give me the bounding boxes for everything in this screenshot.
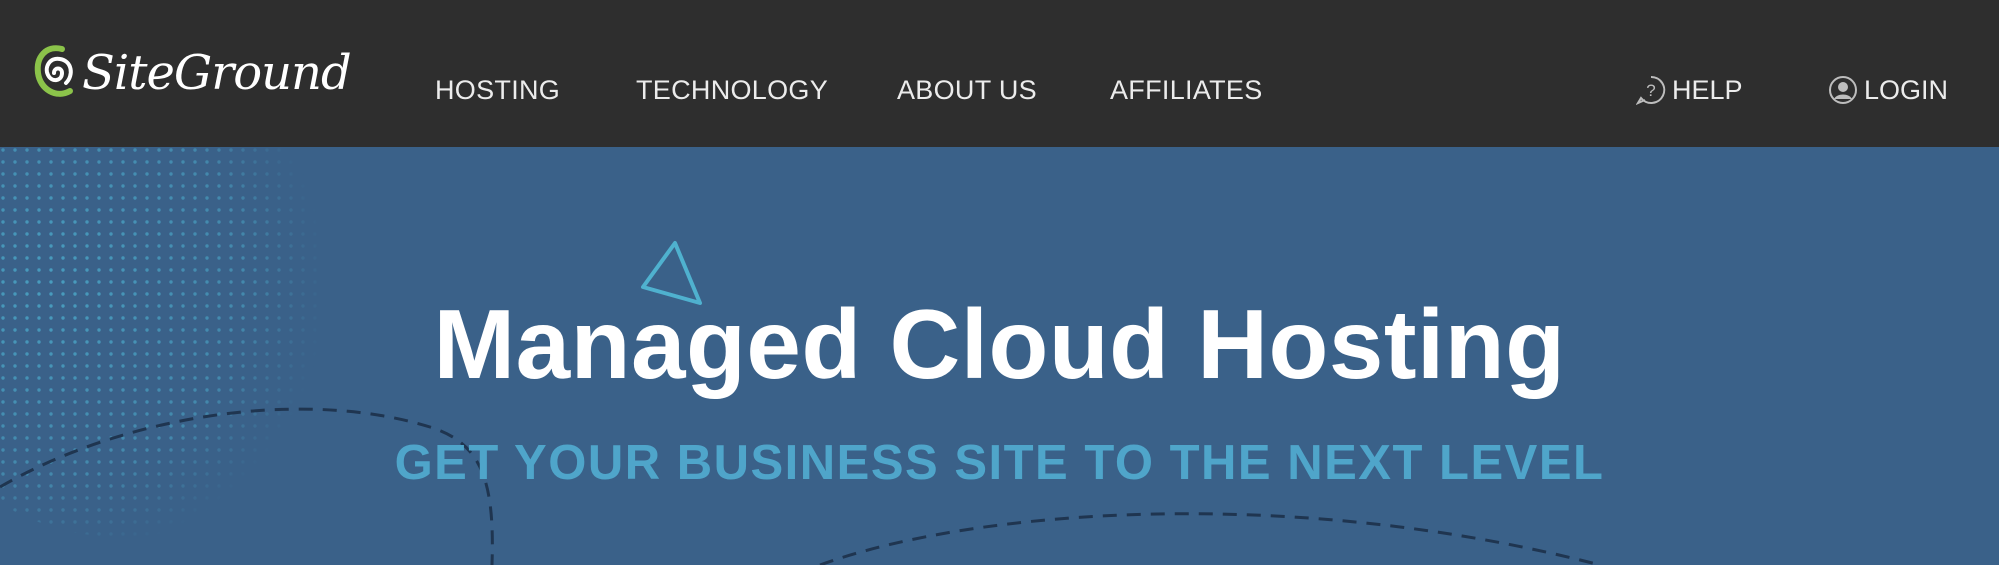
nav-item-technology[interactable]: TECHNOLOGY xyxy=(636,73,828,107)
svg-text:?: ? xyxy=(1646,81,1655,100)
login-link[interactable]: LOGIN xyxy=(1828,73,1948,107)
nav-item-about-us[interactable]: ABOUT US xyxy=(897,73,1037,107)
user-icon xyxy=(1829,76,1857,104)
help-label: HELP xyxy=(1672,75,1743,105)
login-label: LOGIN xyxy=(1864,75,1949,105)
nav-item-hosting[interactable]: HOSTING xyxy=(435,73,560,107)
top-navigation-bar: SiteGround HOSTING TECHNOLOGY ABOUT US A… xyxy=(0,0,1999,147)
hero-section: Managed Cloud Hosting GET YOUR BUSINESS … xyxy=(0,147,1999,565)
hero-subtitle: GET YOUR BUSINESS SITE TO THE NEXT LEVEL xyxy=(394,436,1605,490)
help-icon: ? xyxy=(1636,75,1666,105)
hero-title: Managed Cloud Hosting xyxy=(433,289,1566,399)
help-link[interactable]: ? HELP xyxy=(1636,73,1743,107)
nav-item-affiliates[interactable]: AFFILIATES xyxy=(1110,73,1263,107)
dashed-curve-bottom xyxy=(819,512,1601,565)
main-navigation: HOSTING TECHNOLOGY ABOUT US AFFILIATES ?… xyxy=(0,0,1999,147)
